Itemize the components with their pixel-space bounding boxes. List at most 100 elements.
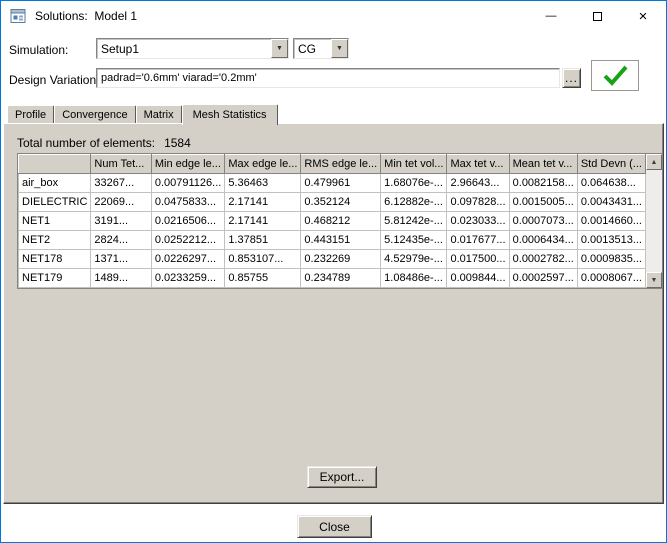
- minimize-button[interactable]: —: [528, 1, 574, 31]
- valid-check-icon: [603, 65, 628, 86]
- column-header[interactable]: RMS edge le...: [300, 154, 382, 174]
- table-cell: 33267...: [90, 173, 152, 193]
- column-header[interactable]: Min tet vol...: [380, 154, 448, 174]
- row-label-cell: DIELECTRIC: [17, 192, 92, 212]
- table-header-row: Num Tet... Min edge le... Max edge le...…: [17, 154, 647, 174]
- table-cell: 0.017677...: [446, 230, 510, 250]
- row-label-cell: NET179: [17, 268, 92, 288]
- table-cell: 1.37851: [224, 230, 302, 250]
- table-cell: 0.023033...: [446, 211, 510, 231]
- chevron-down-icon[interactable]: ▼: [271, 39, 288, 58]
- table-cell: 0.479961: [300, 173, 382, 193]
- solution-type-select[interactable]: CG ▼: [293, 38, 349, 59]
- solutions-dialog: Solutions: Model 1 — × Simulation: Setup…: [0, 0, 667, 543]
- table-cell: 0.443151: [300, 230, 382, 250]
- table-cell: 0.00791126...: [150, 173, 226, 193]
- column-header[interactable]: Max edge le...: [224, 154, 302, 174]
- table-cell: 22069...: [90, 192, 152, 212]
- simulation-label: Simulation:: [9, 43, 69, 57]
- table-cell: 0.064638...: [576, 173, 647, 193]
- table-cell: 5.12435e-...: [380, 230, 448, 250]
- validation-button[interactable]: [591, 60, 639, 91]
- table-cell: 1371...: [90, 249, 152, 269]
- table-cell: 0.0006434...: [508, 230, 578, 250]
- column-header[interactable]: Std Devn (...: [576, 154, 647, 174]
- table-cell: 2.96643...: [446, 173, 510, 193]
- maximize-button[interactable]: [574, 1, 620, 31]
- window-title: Solutions: Model 1: [35, 9, 138, 23]
- table-scrollbar[interactable]: ▲ ▼: [646, 154, 662, 288]
- table-cell: 0.0007073...: [508, 211, 578, 231]
- table-row[interactable]: NET2 2824... 0.0252212... 1.37851 0.443151 5.…: [17, 230, 647, 250]
- design-variation-label: Design Variation:: [9, 73, 100, 87]
- table-cell: 0.468212: [300, 211, 382, 231]
- table-cell: 0.0252212...: [150, 230, 226, 250]
- row-label-cell: NET2: [17, 230, 92, 250]
- table-row[interactable]: DIELECTRIC 22069... 0.0475833... 2.17141 0.3…: [17, 192, 647, 212]
- app-icon: [10, 9, 26, 23]
- title-bar: Solutions: Model 1 — ×: [1, 1, 666, 31]
- mesh-statistics-table: Num Tet... Min edge le... Max edge le...…: [17, 153, 663, 289]
- table-cell: 2824...: [90, 230, 152, 250]
- table-cell: 0.234789: [300, 268, 382, 288]
- chevron-down-icon[interactable]: ▼: [331, 39, 348, 58]
- close-window-button[interactable]: ×: [620, 1, 666, 31]
- window-controls: — ×: [528, 1, 666, 31]
- table-cell: 0.0216506...: [150, 211, 226, 231]
- simulation-select[interactable]: Setup1 ▼: [96, 38, 289, 59]
- solution-type-value: CG: [298, 41, 316, 56]
- tab-strip: Profile Convergence Matrix Mesh Statisti…: [7, 103, 278, 125]
- table-cell: 5.36463: [224, 173, 302, 193]
- table-cell: 4.52979e-...: [380, 249, 448, 269]
- tab-convergence[interactable]: Convergence: [54, 105, 136, 123]
- table-cell: 0.097828...: [446, 192, 510, 212]
- table-cell: 0.0233259...: [150, 268, 226, 288]
- table-cell: 0.0226297...: [150, 249, 226, 269]
- table-cell: 0.352124: [300, 192, 382, 212]
- tab-mesh-statistics[interactable]: Mesh Statistics: [181, 104, 278, 125]
- column-header[interactable]: Min edge le...: [150, 154, 226, 174]
- table-cell: 0.853107...: [224, 249, 302, 269]
- row-label-cell: NET1: [17, 211, 92, 231]
- table-cell: 1.08486e-...: [380, 268, 448, 288]
- table-cell: 2.17141: [224, 211, 302, 231]
- table-cell: 0.0002782...: [508, 249, 578, 269]
- browse-button[interactable]: ...: [562, 68, 581, 88]
- table-cell: 0.85755: [224, 268, 302, 288]
- design-variation-field[interactable]: padrad='0.6mm' viarad='0.2mm': [96, 68, 560, 88]
- export-button[interactable]: Export...: [307, 466, 377, 488]
- table-row[interactable]: NET179 1489... 0.0233259... 0.85755 0.234789…: [17, 268, 647, 288]
- scroll-up-icon[interactable]: ▲: [646, 154, 662, 170]
- table-cell: 0.0002597...: [508, 268, 578, 288]
- column-header[interactable]: Num Tet...: [90, 154, 152, 174]
- minimize-icon: —: [545, 10, 557, 22]
- column-header[interactable]: Max tet v...: [446, 154, 510, 174]
- table-row[interactable]: air_box 33267... 0.00791126... 5.36463 0.479…: [17, 173, 647, 193]
- table-cell: 1.68076e-...: [380, 173, 448, 193]
- table-cell: 0.232269: [300, 249, 382, 269]
- table-cell: 0.0082158...: [508, 173, 578, 193]
- table-cell: 0.0013513...: [576, 230, 647, 250]
- total-elements-label: Total number of elements:: [17, 136, 156, 150]
- close-button[interactable]: Close: [297, 515, 372, 538]
- tab-profile[interactable]: Profile: [7, 105, 55, 123]
- table-cell: 0.0008067...: [576, 268, 647, 288]
- table-cell: 0.017500...: [446, 249, 510, 269]
- scroll-down-icon[interactable]: ▼: [646, 272, 662, 288]
- table-cell: 0.0014660...: [576, 211, 647, 231]
- table-cell: 0.0043431...: [576, 192, 647, 212]
- table-cell: 1489...: [90, 268, 152, 288]
- table-cell: 6.12882e-...: [380, 192, 448, 212]
- table-cell: 0.009844...: [446, 268, 510, 288]
- mesh-table-body: air_box 33267... 0.00791126... 5.36463 0.479…: [17, 173, 647, 288]
- column-header[interactable]: Mean tet v...: [508, 154, 578, 174]
- maximize-icon: [592, 11, 602, 21]
- table-cell: 0.0009835...: [576, 249, 647, 269]
- column-header[interactable]: [17, 154, 92, 174]
- mesh-statistics-page: Total number of elements: 1584 Num Tet...…: [3, 123, 664, 504]
- table-row[interactable]: NET1 3191... 0.0216506... 2.17141 0.468212 5.…: [17, 211, 647, 231]
- table-cell: 5.81242e-...: [380, 211, 448, 231]
- table-cell: 0.0475833...: [150, 192, 226, 212]
- tab-matrix[interactable]: Matrix: [135, 105, 182, 123]
- table-row[interactable]: NET178 1371... 0.0226297... 0.853107... 0.23…: [17, 249, 647, 269]
